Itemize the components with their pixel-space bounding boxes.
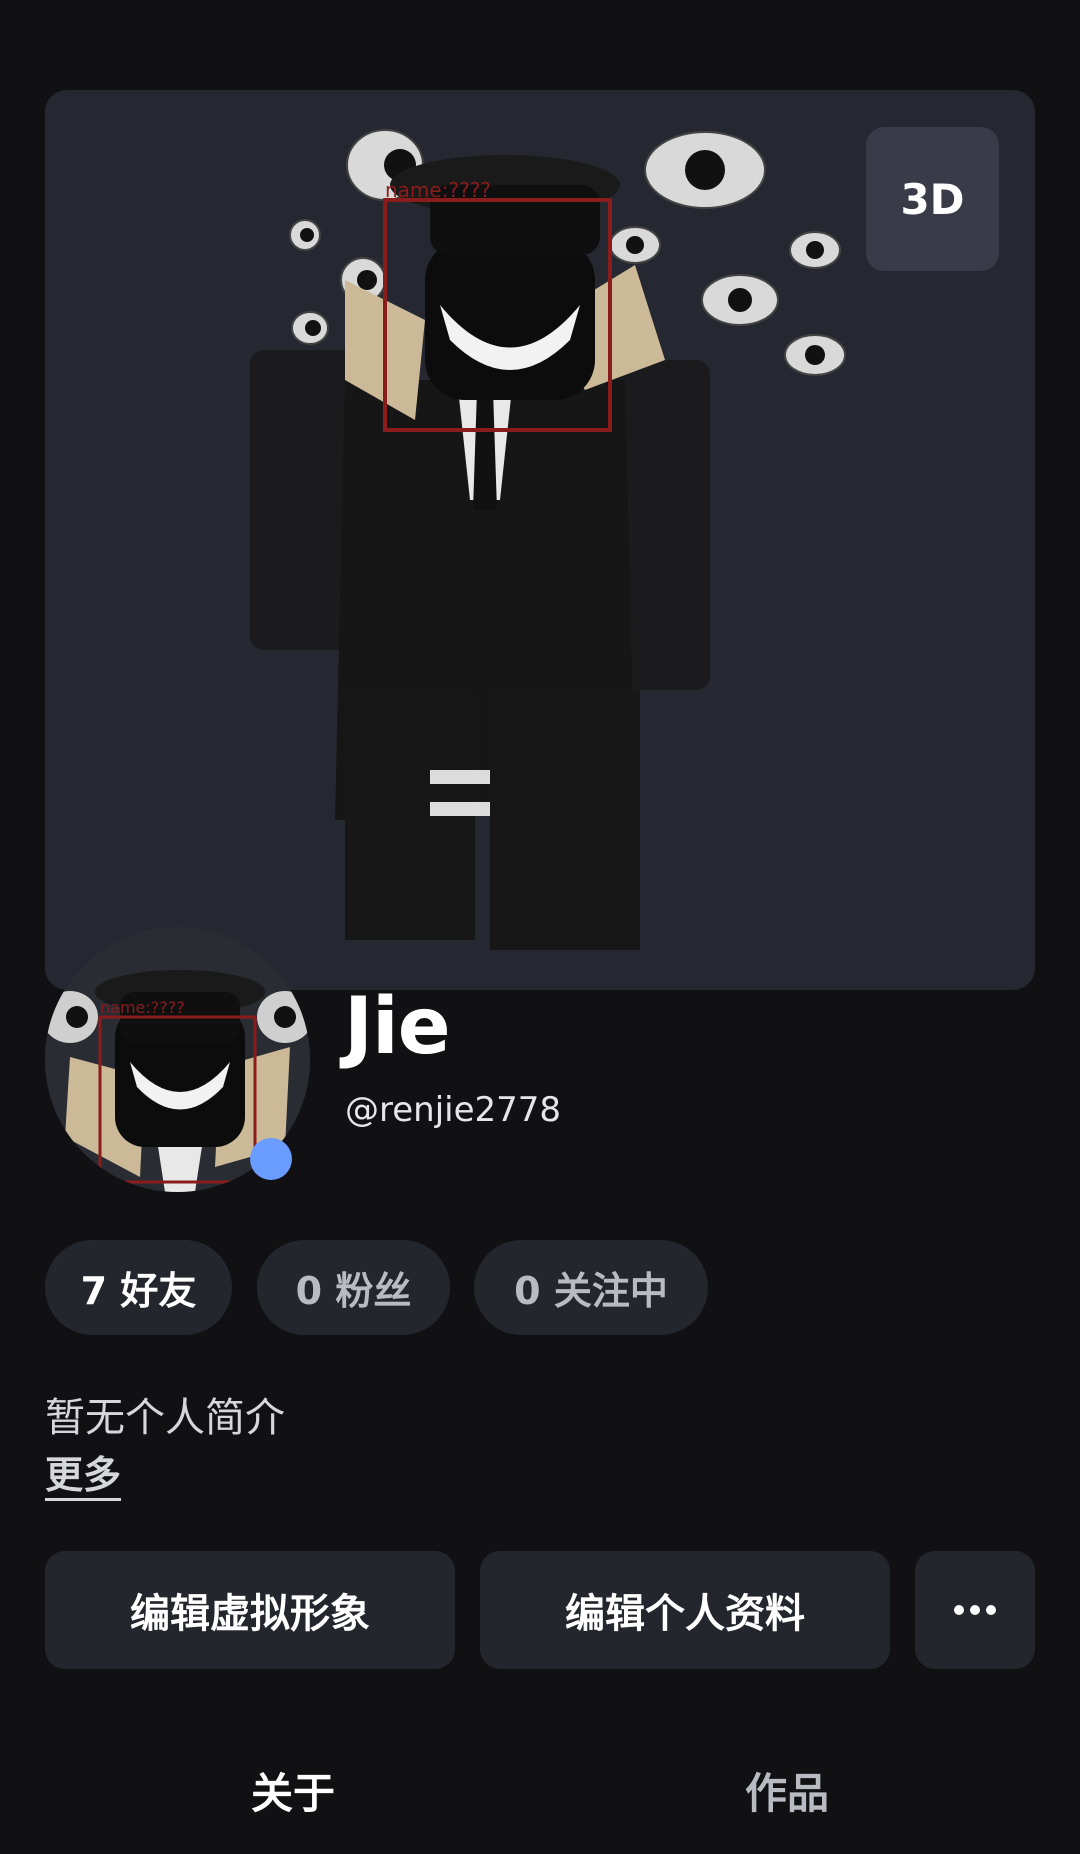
following-count-button[interactable]: 0 关注中 [474,1240,708,1335]
overlay-label: name:???? [385,178,491,202]
edit-avatar-button[interactable]: 编辑虚拟形象 [45,1551,455,1669]
avatar-showcase[interactable]: name:???? 3D [45,90,1035,990]
ellipsis-icon [954,1605,996,1615]
tab-creations[interactable]: 作品 [745,1760,829,1821]
username: @renjie2778 [345,1090,562,1130]
followers-count-button[interactable]: 0 粉丝 [257,1240,450,1335]
more-link[interactable]: 更多 [45,1444,121,1499]
tab-about[interactable]: 关于 [251,1760,335,1821]
edit-profile-button[interactable]: 编辑个人资料 [480,1551,890,1669]
avatar-headshot[interactable]: name:???? [45,927,310,1192]
display-name: Jie [344,982,451,1072]
friends-count-button[interactable]: 7 好友 [45,1240,232,1335]
online-status-dot [250,1138,292,1180]
view-3d-button[interactable]: 3D [866,127,999,271]
overlay-label: name:???? [100,998,185,1017]
bio-text: 暂无个人简介 [45,1395,285,1441]
more-options-button[interactable] [915,1551,1035,1669]
